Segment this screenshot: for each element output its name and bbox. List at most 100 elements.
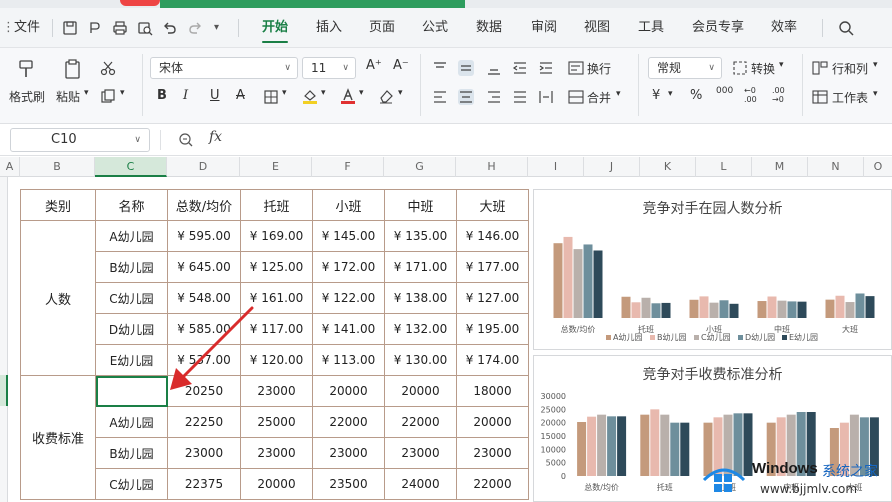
tab-data[interactable]: 数据 [476,8,502,48]
table-cell[interactable]: ¥ 177.00 [456,251,529,283]
table-cell[interactable]: ¥ 169.00 [240,220,313,252]
table-cell[interactable]: 24000 [384,468,457,500]
table-cell[interactable]: 23000 [384,437,457,469]
table-cell[interactable]: A幼儿园 [95,220,168,252]
clear-format-dropdown-icon[interactable]: ▾ [398,88,403,98]
merge-cells-icon[interactable] [568,89,584,105]
table-cell[interactable]: ¥ 138.00 [384,282,457,314]
table-cell[interactable]: 22000 [456,468,529,500]
col-header-j[interactable]: J [584,157,640,177]
header-category[interactable]: 类别 [20,189,96,221]
col-header-m[interactable]: M [752,157,808,177]
decrease-indent-icon[interactable] [512,60,528,76]
align-center-icon[interactable] [458,89,474,105]
fill-color-dropdown-icon[interactable]: ▾ [321,88,326,98]
header-nursery[interactable]: 托班 [240,189,313,221]
table-cell[interactable]: ¥ 595.00 [167,220,241,252]
header-big-class[interactable]: 大班 [456,189,529,221]
table-cell[interactable]: ¥ 122.00 [312,282,385,314]
increase-indent-icon[interactable] [538,60,554,76]
bold-button[interactable]: B [157,88,167,103]
active-document-tab[interactable] [160,0,465,8]
table-cell[interactable]: ¥ 127.00 [456,282,529,314]
align-left-icon[interactable] [432,89,448,105]
convert-dropdown-icon[interactable]: ▾ [779,60,784,70]
worksheet-dropdown-icon[interactable]: ▾ [873,89,878,99]
col-header-o[interactable]: O [864,157,892,177]
print-preview-icon[interactable] [137,20,153,36]
font-color-dropdown-icon[interactable]: ▾ [359,88,364,98]
tab-efficiency[interactable]: 效率 [771,8,797,48]
convert-icon[interactable] [732,60,748,76]
table-cell[interactable]: 22000 [384,406,457,438]
header-middle-class[interactable]: 中班 [384,189,457,221]
col-header-n[interactable]: N [808,157,864,177]
table-cell[interactable]: 23500 [312,468,385,500]
name-box[interactable]: C10 ∨ [10,128,150,152]
grow-font-button[interactable]: A⁺ [366,58,382,73]
col-header-l[interactable]: L [696,157,752,177]
col-header-h[interactable]: H [456,157,528,177]
increase-decimal-button[interactable]: ←0 .00 [744,86,764,104]
justify-icon[interactable] [512,89,528,105]
col-header-d[interactable]: D [167,157,240,177]
header-name[interactable]: 名称 [95,189,168,221]
formula-input[interactable] [238,128,888,152]
align-middle-icon[interactable] [458,60,474,76]
col-header-i[interactable]: I [528,157,584,177]
tab-formula[interactable]: 公式 [422,8,448,48]
table-cell[interactable]: E幼儿园 [95,344,168,376]
number-format-select[interactable]: 常规 ∨ [648,57,722,79]
align-top-icon[interactable] [432,60,448,76]
wrap-text-icon[interactable] [568,60,584,76]
font-size-select[interactable]: 11 ∨ [302,57,356,79]
border-icon[interactable] [263,89,279,105]
merge-cells-label[interactable]: 合并 [587,89,611,106]
table-cell[interactable]: 22375 [167,468,241,500]
table-cell[interactable]: ¥ 195.00 [456,313,529,345]
col-header-f[interactable]: F [312,157,384,177]
tab-page[interactable]: 页面 [369,8,395,48]
table-cell[interactable]: 18000 [456,375,529,407]
table-cell[interactable]: C幼儿园 [95,468,168,500]
col-header-k[interactable]: K [640,157,696,177]
table-cell[interactable]: 20000 [312,375,385,407]
tab-member[interactable]: 会员专享 [692,8,744,48]
table-cell[interactable]: C幼儿园 [95,282,168,314]
paste-icon[interactable] [62,58,84,80]
table-cell[interactable]: ¥ 645.00 [167,251,241,283]
table-cell[interactable]: 25000 [240,406,313,438]
italic-button[interactable]: I [183,88,188,103]
search-icon[interactable] [838,20,854,36]
thousands-separator-button[interactable]: 000 [716,86,733,96]
table-cell[interactable]: 23000 [456,437,529,469]
table-cell[interactable]: 22250 [167,406,241,438]
copy-icon[interactable] [100,88,116,104]
undo-icon[interactable] [162,20,178,36]
table-cell[interactable]: B幼儿园 [95,251,168,283]
table-cell[interactable]: ¥ 130.00 [384,344,457,376]
col-header-a[interactable]: A [0,157,20,177]
table-cell[interactable]: 22000 [312,406,385,438]
table-cell[interactable]: 20000 [456,406,529,438]
selected-cell-c10[interactable] [95,375,168,407]
table-cell[interactable]: 23000 [167,437,241,469]
align-right-icon[interactable] [486,89,502,105]
wrap-text-label[interactable]: 换行 [587,60,611,77]
table-cell[interactable]: 23000 [240,437,313,469]
currency-format-button[interactable]: ¥ [652,88,660,103]
headcount-chart[interactable]: 竞争对手在园人数分析 总数/均价 托班 小班 中班 大班 A幼儿园 B幼儿园 C幼儿园 D幼儿园… [533,189,892,350]
table-cell[interactable]: D幼儿园 [95,313,168,345]
shrink-font-button[interactable]: A⁻ [393,58,409,73]
col-header-b[interactable]: B [20,157,95,177]
group-cell-fee-standard[interactable]: 收费标准 [20,375,96,500]
tab-review[interactable]: 审阅 [531,8,557,48]
tab-insert[interactable]: 插入 [316,8,342,48]
table-cell[interactable]: ¥ 146.00 [456,220,529,252]
rows-columns-icon[interactable] [812,60,828,76]
table-cell[interactable]: ¥ 135.00 [384,220,457,252]
col-header-c[interactable]: C [95,157,167,177]
paste-label[interactable]: 粘贴 [56,88,80,105]
worksheet-icon[interactable] [812,89,828,105]
redo-icon[interactable] [187,20,203,36]
